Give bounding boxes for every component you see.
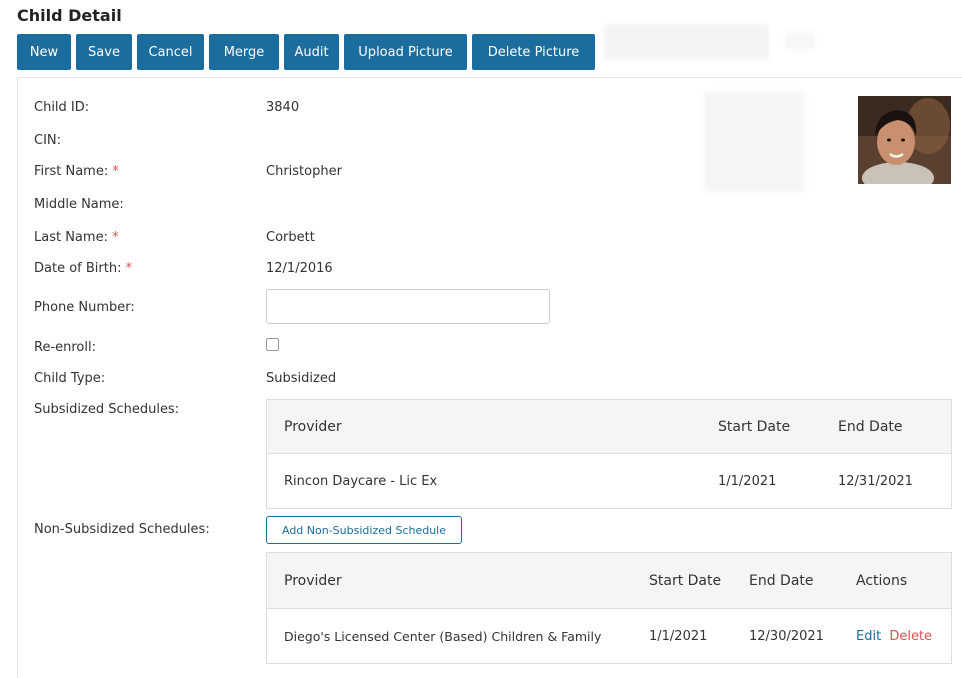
nonsubsidized-schedules-label: Non-Subsidized Schedules:: [34, 522, 210, 537]
redacted-toolbar-area: [604, 24, 769, 60]
child-type-value: Subsidized: [266, 371, 337, 386]
last-name-label: Last Name: *: [34, 230, 119, 245]
row-actions: Edit Delete: [856, 629, 932, 644]
first-name-value: Christopher: [266, 164, 342, 179]
table-header: Provider Start Date End Date Actions: [267, 553, 951, 609]
row-start-date: 1/1/2021: [718, 474, 777, 489]
column-header-provider: Provider: [284, 573, 342, 589]
subsidized-schedules-table: Provider Start Date End Date Rincon Dayc…: [266, 399, 952, 509]
table-header: Provider Start Date End Date: [267, 400, 951, 454]
save-button[interactable]: Save: [76, 34, 132, 70]
column-header-end-date: End Date: [838, 419, 903, 435]
column-header-provider: Provider: [284, 419, 342, 435]
phone-number-input[interactable]: [266, 289, 550, 324]
first-name-label: First Name: *: [34, 164, 119, 179]
row-end-date: 12/30/2021: [749, 629, 824, 644]
delete-link[interactable]: Delete: [889, 629, 932, 644]
reenroll-checkbox[interactable]: [266, 338, 279, 351]
required-marker: *: [112, 230, 119, 245]
subsidized-schedules-label: Subsidized Schedules:: [34, 402, 180, 417]
row-start-date: 1/1/2021: [649, 629, 708, 644]
edit-link[interactable]: Edit: [856, 629, 881, 644]
merge-button[interactable]: Merge: [209, 34, 279, 70]
phone-label: Phone Number:: [34, 300, 135, 315]
toolbar: New Save Cancel Merge Audit Upload Pictu…: [17, 34, 595, 70]
redacted-photo-area: [704, 92, 804, 192]
dob-value: 12/1/2016: [266, 261, 333, 276]
child-id-value: 3840: [266, 100, 300, 115]
audit-button[interactable]: Audit: [284, 34, 339, 70]
cancel-button[interactable]: Cancel: [137, 34, 204, 70]
row-end-date: 12/31/2021: [838, 474, 913, 489]
reenroll-label: Re-enroll:: [34, 340, 96, 355]
row-provider: Diego's Licensed Center (Based) Children…: [284, 629, 602, 644]
column-header-end-date: End Date: [749, 573, 814, 589]
required-marker: *: [112, 164, 119, 179]
child-type-label: Child Type:: [34, 371, 106, 386]
column-header-start-date: Start Date: [718, 419, 791, 435]
nonsubsidized-schedules-table: Provider Start Date End Date Actions Die…: [266, 552, 952, 664]
upload-picture-button[interactable]: Upload Picture: [344, 34, 467, 70]
column-header-actions: Actions: [856, 573, 908, 589]
dob-label: Date of Birth: *: [34, 261, 133, 276]
last-name-value: Corbett: [266, 230, 315, 245]
child-photo: [858, 96, 951, 184]
required-marker: *: [125, 261, 133, 276]
table-row: Rincon Daycare - Lic Ex 1/1/2021 12/31/2…: [267, 454, 951, 507]
redacted-toolbar-area-2: [785, 32, 815, 50]
row-provider: Rincon Daycare - Lic Ex: [284, 474, 438, 489]
child-id-label: Child ID:: [34, 100, 90, 115]
table-row: Diego's Licensed Center (Based) Children…: [267, 609, 951, 664]
page-title: Child Detail: [17, 6, 122, 25]
add-non-subsidized-schedule-button[interactable]: Add Non-Subsidized Schedule: [266, 516, 462, 544]
cin-label: CIN:: [34, 133, 62, 148]
new-button[interactable]: New: [17, 34, 71, 70]
middle-name-label: Middle Name:: [34, 197, 124, 212]
column-header-start-date: Start Date: [649, 573, 722, 589]
delete-picture-button[interactable]: Delete Picture: [472, 34, 595, 70]
